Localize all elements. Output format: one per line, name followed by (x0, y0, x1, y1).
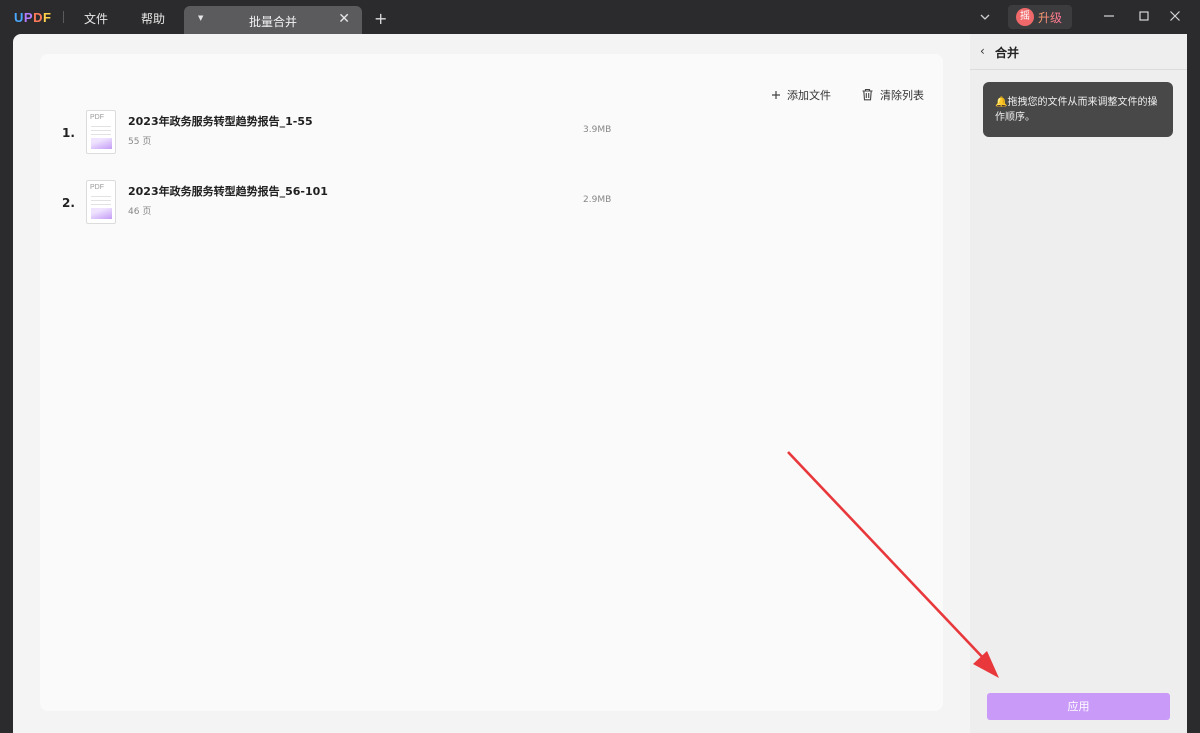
tab-label: 批量合并 (248, 15, 297, 29)
tip-text: 拖拽您的文件从而来调整文件的操作顺序。 (995, 97, 1158, 123)
file-index: 1. (62, 126, 75, 140)
add-files-button[interactable]: 添加文件 (771, 87, 831, 103)
file-row[interactable]: 1. PDF 2023年政务服务转型趋势报告_1-55 55 页 3.9MB (40, 108, 943, 168)
file-list-area: 添加文件 清除列表 1. PDF 2023年政务服务转型趋势报告_1-55 55… (13, 34, 970, 733)
tab-batch-merge[interactable]: ▼ 批量合并 ✕ (184, 6, 362, 34)
bell-icon: 🔔 (995, 97, 1008, 108)
upgrade-label: 升级 (1038, 11, 1063, 25)
close-icon[interactable]: ✕ (338, 11, 350, 27)
file-pages: 55 页 (128, 137, 152, 147)
tip-box: 🔔拖拽您的文件从而来调整文件的操作顺序。 (983, 82, 1173, 137)
minimize-icon[interactable] (1101, 8, 1117, 24)
file-pages: 46 页 (128, 207, 152, 217)
apply-button[interactable]: 应用 (987, 693, 1170, 720)
title-divider (63, 11, 64, 23)
chevron-left-icon[interactable]: ‹ (980, 44, 985, 58)
file-name: 2023年政务服务转型趋势报告_56-101 (128, 185, 328, 198)
merge-panel: ‹ 合并 🔔拖拽您的文件从而来调整文件的操作顺序。 应用 (970, 34, 1187, 733)
panel-title: 合并 (995, 46, 1020, 60)
window-close-icon[interactable] (1167, 8, 1183, 24)
maximize-icon[interactable] (1136, 8, 1152, 24)
file-name: 2023年政务服务转型趋势报告_1-55 (128, 115, 313, 128)
clear-list-button[interactable]: 清除列表 (861, 87, 924, 104)
updf-logo[interactable]: UPDF (14, 10, 51, 25)
window-edge (1187, 34, 1200, 733)
menu-help[interactable]: 帮助 (141, 10, 165, 27)
avatar: 摇 (1016, 8, 1034, 26)
file-size: 2.9MB (583, 195, 612, 205)
upgrade-button[interactable]: 摇 升级 (1008, 5, 1072, 29)
trash-icon (861, 88, 874, 104)
file-index: 2. (62, 196, 75, 210)
title-bar: UPDF 文件 帮助 ▼ 批量合并 ✕ + 摇 升级 (0, 0, 1200, 34)
pdf-file-icon: PDF (86, 180, 116, 224)
plus-icon (771, 90, 781, 103)
menu-file[interactable]: 文件 (84, 10, 108, 27)
plus-icon[interactable]: + (374, 9, 387, 28)
file-row[interactable]: 2. PDF 2023年政务服务转型趋势报告_56-101 46 页 2.9MB (40, 178, 943, 238)
chevron-down-icon[interactable] (978, 9, 992, 28)
pdf-file-icon: PDF (86, 110, 116, 154)
file-list-card: 添加文件 清除列表 1. PDF 2023年政务服务转型趋势报告_1-55 55… (40, 54, 943, 711)
file-size: 3.9MB (583, 125, 612, 135)
panel-header: ‹ 合并 (970, 34, 1187, 70)
